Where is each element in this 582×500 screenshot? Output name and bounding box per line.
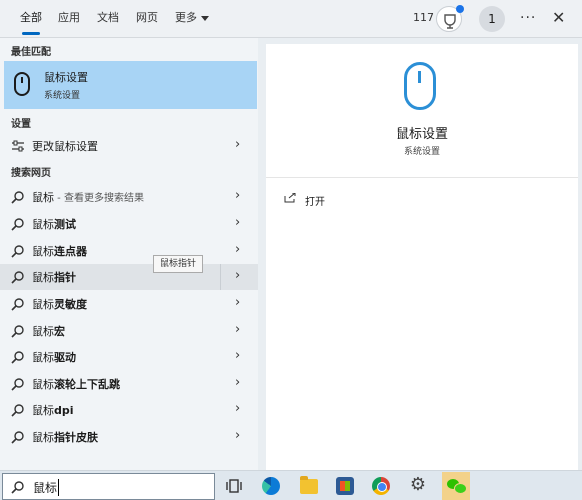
search-icon xyxy=(11,298,24,311)
web-result-bold: 测试 xyxy=(54,218,76,231)
rewards-points: 117 xyxy=(413,11,434,24)
wechat-icon[interactable] xyxy=(442,472,470,500)
settings-item-change-mouse[interactable]: 更改鼠标设置 › xyxy=(0,133,258,159)
web-result-row[interactable]: 鼠标滚轮上下乱跳 › xyxy=(0,371,258,397)
search-icon xyxy=(11,378,24,391)
web-result-prefix: 鼠标 xyxy=(32,431,54,444)
web-result-row[interactable]: 鼠标指针 › xyxy=(0,264,258,290)
chevron-right-icon[interactable]: › xyxy=(235,268,240,283)
web-result-prefix: 鼠标 xyxy=(32,378,54,391)
search-icon xyxy=(11,325,24,338)
web-result-row[interactable]: 鼠标测试 › xyxy=(0,211,258,237)
best-match-subtitle: 系统设置 xyxy=(44,91,81,101)
tab-web[interactable]: 网页 xyxy=(136,0,158,38)
chevron-right-icon: › xyxy=(235,428,241,443)
tooltip: 鼠标指针 xyxy=(153,255,204,273)
search-icon xyxy=(11,245,24,258)
web-result-prefix: 鼠标 xyxy=(32,298,54,311)
settings-heading: 设置 xyxy=(11,119,31,130)
web-result-prefix: 鼠标 xyxy=(32,245,54,258)
taskbar-search-input[interactable]: 鼠标 xyxy=(2,473,215,500)
open-action[interactable]: 打开 xyxy=(305,193,325,208)
task-view-icon[interactable] xyxy=(225,477,243,495)
chevron-right-icon: › xyxy=(235,401,241,416)
best-match-title: 鼠标设置 xyxy=(44,71,88,84)
search-icon xyxy=(11,431,24,444)
search-icon xyxy=(11,481,24,494)
web-result-row[interactable]: 鼠标连点器 › xyxy=(0,238,258,264)
web-result-row[interactable]: 鼠标驱动 › xyxy=(0,344,258,370)
search-icon xyxy=(11,191,24,204)
ellipsis-icon[interactable]: ··· xyxy=(520,0,536,38)
divider xyxy=(266,177,578,178)
web-result-row[interactable]: 鼠标 - 查看更多搜索结果 › xyxy=(0,184,258,210)
file-explorer-icon[interactable] xyxy=(300,476,318,494)
store-icon[interactable] xyxy=(336,477,354,495)
web-result-prefix: 鼠标 xyxy=(32,404,54,417)
avatar[interactable]: 1 xyxy=(479,6,505,32)
chrome-icon[interactable] xyxy=(372,477,390,495)
best-match-item[interactable]: 鼠标设置 系统设置 xyxy=(4,61,257,109)
search-icon xyxy=(11,351,24,364)
web-heading: 搜索网页 xyxy=(11,168,51,179)
web-result-row[interactable]: 鼠标dpi › xyxy=(0,397,258,423)
taskbar: 鼠标 ⚙ xyxy=(0,470,582,500)
web-result-prefix: 鼠标 xyxy=(32,191,54,204)
web-result-prefix: 鼠标 xyxy=(32,218,54,231)
search-value: 鼠标 xyxy=(33,479,60,496)
close-icon[interactable]: ✕ xyxy=(552,0,565,38)
mouse-icon xyxy=(404,62,436,110)
edge-icon[interactable] xyxy=(262,477,280,495)
settings-gear-icon[interactable]: ⚙ xyxy=(409,475,427,495)
web-result-row[interactable]: 鼠标灵敏度 › xyxy=(0,291,258,317)
web-result-bold: 宏 xyxy=(54,325,65,338)
preview-subtitle: 系统设置 xyxy=(403,147,440,157)
search-icon xyxy=(11,404,24,417)
search-icon xyxy=(11,271,24,284)
search-icon xyxy=(11,218,24,231)
row-divider xyxy=(220,264,221,290)
search-header: 全部 应用 文档 网页 更多 117 1 ··· ✕ xyxy=(0,0,582,38)
chevron-right-icon: › xyxy=(235,295,241,310)
web-result-bold: 指针皮肤 xyxy=(54,431,98,444)
web-result-suffix: - 查看更多搜索结果 xyxy=(54,193,144,204)
mouse-icon xyxy=(14,72,30,96)
tab-more[interactable]: 更多 xyxy=(175,0,209,38)
tab-documents[interactable]: 文档 xyxy=(97,0,119,38)
chevron-right-icon: › xyxy=(235,348,241,363)
web-result-bold: dpi xyxy=(54,404,74,417)
chevron-down-icon xyxy=(201,15,209,21)
settings-slider-icon xyxy=(12,140,24,152)
open-icon xyxy=(284,193,296,203)
web-result-row[interactable]: 鼠标宏 › xyxy=(0,318,258,344)
tab-apps[interactable]: 应用 xyxy=(58,0,80,38)
web-result-prefix: 鼠标 xyxy=(32,351,54,364)
preview-pane: 鼠标设置 系统设置 打开 xyxy=(266,44,578,470)
chevron-right-icon: › xyxy=(235,242,241,257)
chevron-right-icon: › xyxy=(235,322,241,337)
web-result-bold: 驱动 xyxy=(54,351,76,364)
web-result-bold: 灵敏度 xyxy=(54,298,87,311)
best-match-heading: 最佳匹配 xyxy=(11,47,51,58)
preview-title: 鼠标设置 xyxy=(395,127,448,142)
web-result-prefix: 鼠标 xyxy=(32,271,54,284)
results-list: 最佳匹配 鼠标设置 系统设置 设置 更改鼠标设置 › 搜索网页 鼠标 - 查看更… xyxy=(0,38,258,470)
web-result-bold: 滚轮上下乱跳 xyxy=(54,378,120,391)
web-result-prefix: 鼠标 xyxy=(32,325,54,338)
chevron-right-icon: › xyxy=(235,215,241,230)
notification-dot xyxy=(456,5,464,13)
chevron-right-icon: › xyxy=(235,375,241,390)
tab-more-label: 更多 xyxy=(175,11,197,24)
tab-all[interactable]: 全部 xyxy=(20,0,42,38)
web-result-row[interactable]: 鼠标指针皮肤 › xyxy=(0,424,258,450)
web-result-bold: 连点器 xyxy=(54,245,87,258)
chevron-right-icon: › xyxy=(235,188,241,203)
chevron-right-icon: › xyxy=(235,137,241,152)
web-result-bold: 指针 xyxy=(54,271,76,284)
settings-item-label: 更改鼠标设置 xyxy=(32,140,98,153)
